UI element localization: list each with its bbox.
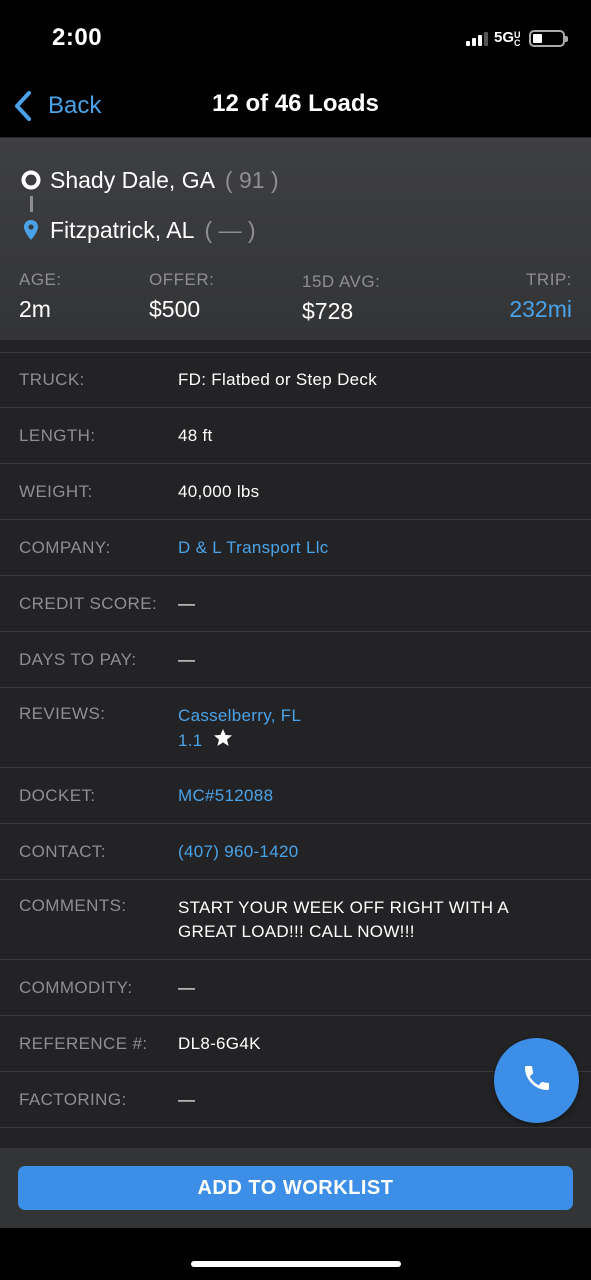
stat-avg-value: $728 <box>302 298 354 324</box>
length-label: LENGTH: <box>19 425 96 445</box>
route-connector <box>30 196 33 212</box>
stat-offer: OFFER: $500 <box>149 270 214 323</box>
commodity-value: — <box>178 977 196 997</box>
add-to-worklist-button[interactable]: ADD TO WORKLIST <box>18 1166 573 1210</box>
load-details-list: TRUCK: FD: Flatbed or Step Deck LENGTH: … <box>0 352 591 1128</box>
length-value: 48 ft <box>178 425 213 445</box>
status-bar: 2:00 5GUC <box>0 0 591 76</box>
comments-label: COMMENTS: <box>19 896 127 915</box>
detail-row-reviews: REVIEWS: Casselberry, FL 1.1 <box>0 688 591 768</box>
location-pin-icon <box>20 216 42 244</box>
footer-bar: ADD TO WORKLIST <box>0 1148 591 1228</box>
home-area <box>0 1228 591 1280</box>
contact-label: CONTACT: <box>19 841 106 861</box>
reviews-rating-value: 1.1 <box>178 731 203 750</box>
battery-icon <box>529 29 568 47</box>
nav-bar: Back 12 of 46 Loads <box>0 76 591 138</box>
reviews-rating[interactable]: 1.1 <box>178 728 301 754</box>
company-label: COMPANY: <box>19 537 111 557</box>
reference-label: REFERENCE #: <box>19 1033 148 1053</box>
factoring-label: FACTORING: <box>19 1089 127 1109</box>
signal-icon <box>465 30 488 46</box>
truck-label: TRUCK: <box>19 370 85 389</box>
detail-row-credit-score: CREDIT SCORE: — <box>0 576 591 632</box>
stat-offer-value: $500 <box>149 296 201 322</box>
factoring-value: — <box>178 1089 196 1109</box>
stat-offer-label: OFFER: <box>149 270 215 289</box>
stat-trip-label: TRIP: <box>526 270 572 289</box>
stat-age-label: AGE: <box>19 270 62 289</box>
commodity-label: COMMODITY: <box>19 977 133 997</box>
weight-value: 40,000 lbs <box>178 481 260 501</box>
stat-15d-avg: 15D AVG: $728 <box>302 272 380 325</box>
weight-label: WEIGHT: <box>19 481 93 501</box>
home-indicator[interactable] <box>191 1261 401 1267</box>
reviews-location-link[interactable]: Casselberry, FL <box>178 704 301 728</box>
reference-value: DL8-6G4K <box>178 1033 261 1053</box>
route-origin: Shady Dale, GA ( 91 ) <box>20 166 279 194</box>
stat-avg-label: 15D AVG: <box>302 272 381 291</box>
stat-trip-value: 232mi <box>509 296 572 322</box>
truck-value: FD: Flatbed or Step Deck <box>178 370 377 389</box>
detail-row-comments: COMMENTS: START YOUR WEEK OFF RIGHT WITH… <box>0 880 591 960</box>
origin-circle-icon <box>20 166 42 194</box>
detail-row-commodity: COMMODITY: — <box>0 960 591 1016</box>
detail-row-company: COMPANY: D & L Transport Llc <box>0 520 591 576</box>
reviews-value[interactable]: Casselberry, FL 1.1 <box>178 704 301 767</box>
destination-city: Fitzpatrick, AL <box>50 216 195 243</box>
days-to-pay-label: DAYS TO PAY: <box>19 649 137 669</box>
detail-row-days-to-pay: DAYS TO PAY: — <box>0 632 591 688</box>
contact-phone-link[interactable]: (407) 960-1420 <box>178 840 298 864</box>
detail-row-weight: WEIGHT: 40,000 lbs <box>0 464 591 520</box>
route-destination: Fitzpatrick, AL ( — ) <box>20 216 256 244</box>
destination-deadhead: ( — ) <box>204 216 256 243</box>
star-icon <box>213 728 233 754</box>
network-label: 5GUC <box>493 29 521 48</box>
docket-label: DOCKET: <box>19 785 96 805</box>
stat-age: AGE: 2m <box>19 270 62 323</box>
company-link[interactable]: D & L Transport Llc <box>178 536 329 560</box>
stat-trip: TRIP: 232mi <box>509 270 572 323</box>
page-title: 12 of 46 Loads <box>212 90 379 117</box>
credit-score-label: CREDIT SCORE: <box>19 593 158 613</box>
reviews-label: REVIEWS: <box>19 704 106 723</box>
detail-row-length: LENGTH: 48 ft <box>0 408 591 464</box>
status-time: 2:00 <box>52 24 103 51</box>
docket-link[interactable]: MC#512088 <box>178 784 273 808</box>
load-summary: Shady Dale, GA ( 91 ) Fitzpatrick, AL ( … <box>0 138 591 340</box>
stat-age-value: 2m <box>19 296 51 322</box>
origin-deadhead: ( 91 ) <box>224 166 279 193</box>
comments-value: START YOUR WEEK OFF RIGHT WITH A GREAT L… <box>178 898 509 941</box>
days-to-pay-value: — <box>178 649 196 669</box>
detail-row-docket: DOCKET: MC#512088 <box>0 768 591 824</box>
credit-score-value: — <box>178 593 196 613</box>
origin-city: Shady Dale, GA <box>50 166 215 193</box>
detail-row-contact: CONTACT: (407) 960-1420 <box>0 824 591 880</box>
phone-icon <box>521 1062 553 1099</box>
detail-row-truck: TRUCK: FD: Flatbed or Step Deck <box>0 352 591 408</box>
status-indicators: 5GUC <box>465 27 568 49</box>
call-button[interactable] <box>494 1038 579 1123</box>
